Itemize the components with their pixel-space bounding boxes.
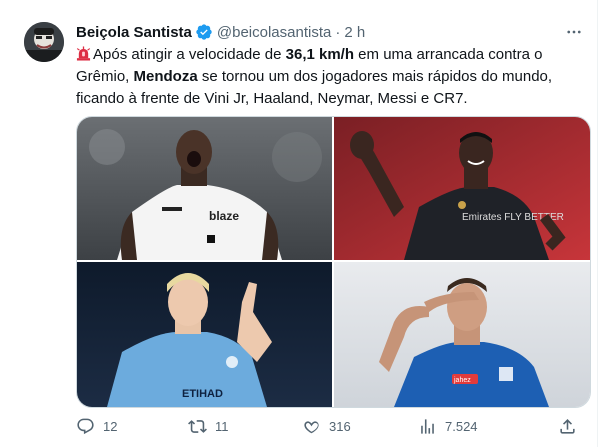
photo-real-madrid-player[interactable]: Emirates FLY BETTER	[334, 117, 590, 260]
views-count: 7.524	[445, 418, 478, 434]
like-count: 316	[329, 418, 351, 434]
timeline-divider	[597, 0, 598, 447]
jersey-sponsor-text: blaze	[209, 209, 239, 223]
reply-button[interactable]: 12	[76, 417, 188, 436]
views-icon	[421, 418, 434, 434]
media-grid: blaze Emirates FLY BETTER ETIHAD jahez	[76, 116, 591, 408]
tweet[interactable]: Beiçola Santista @beicolasantista · 2 h	[0, 0, 597, 447]
author-handle[interactable]: @beicolasantista	[217, 24, 331, 41]
tweet-text-speed: 36,1 km/h	[285, 46, 355, 63]
like-button[interactable]: 316	[302, 417, 418, 436]
avatar[interactable]	[24, 22, 64, 62]
photo-al-hilal-player[interactable]: jahez	[334, 262, 590, 407]
reply-icon	[77, 418, 94, 434]
share-icon	[560, 418, 575, 434]
jersey-sponsor-text: ETIHAD	[182, 388, 223, 400]
reply-count: 12	[103, 418, 118, 434]
separator-dot: ·	[335, 23, 341, 41]
heart-icon	[304, 420, 319, 433]
tweet-text: Após atingir a velocidade de 36,1 km/h e…	[76, 44, 586, 110]
photo-man-city-player[interactable]: ETIHAD	[77, 262, 332, 407]
tweet-actions: 12 11 316 7.524	[76, 414, 589, 438]
more-options-icon[interactable]	[562, 20, 586, 44]
views-button[interactable]: 7.524	[418, 417, 548, 436]
repost-icon	[188, 419, 207, 433]
tweet-text-player: Mendoza	[133, 68, 198, 85]
repost-button[interactable]: 11	[188, 417, 302, 436]
author-name[interactable]: Beiçola Santista	[76, 24, 192, 41]
photo-santos-player[interactable]: blaze	[77, 117, 332, 260]
repost-count: 11	[215, 418, 229, 434]
share-button[interactable]	[558, 417, 578, 436]
siren-emoji-icon	[76, 46, 91, 61]
verified-badge-icon	[195, 23, 213, 41]
timestamp[interactable]: 2 h	[344, 24, 365, 41]
jersey-sponsor-text: jahez	[453, 377, 471, 384]
tweet-text-part-1: Após atingir a velocidade de	[93, 46, 286, 63]
tweet-header: Beiçola Santista @beicolasantista · 2 h	[76, 22, 365, 42]
